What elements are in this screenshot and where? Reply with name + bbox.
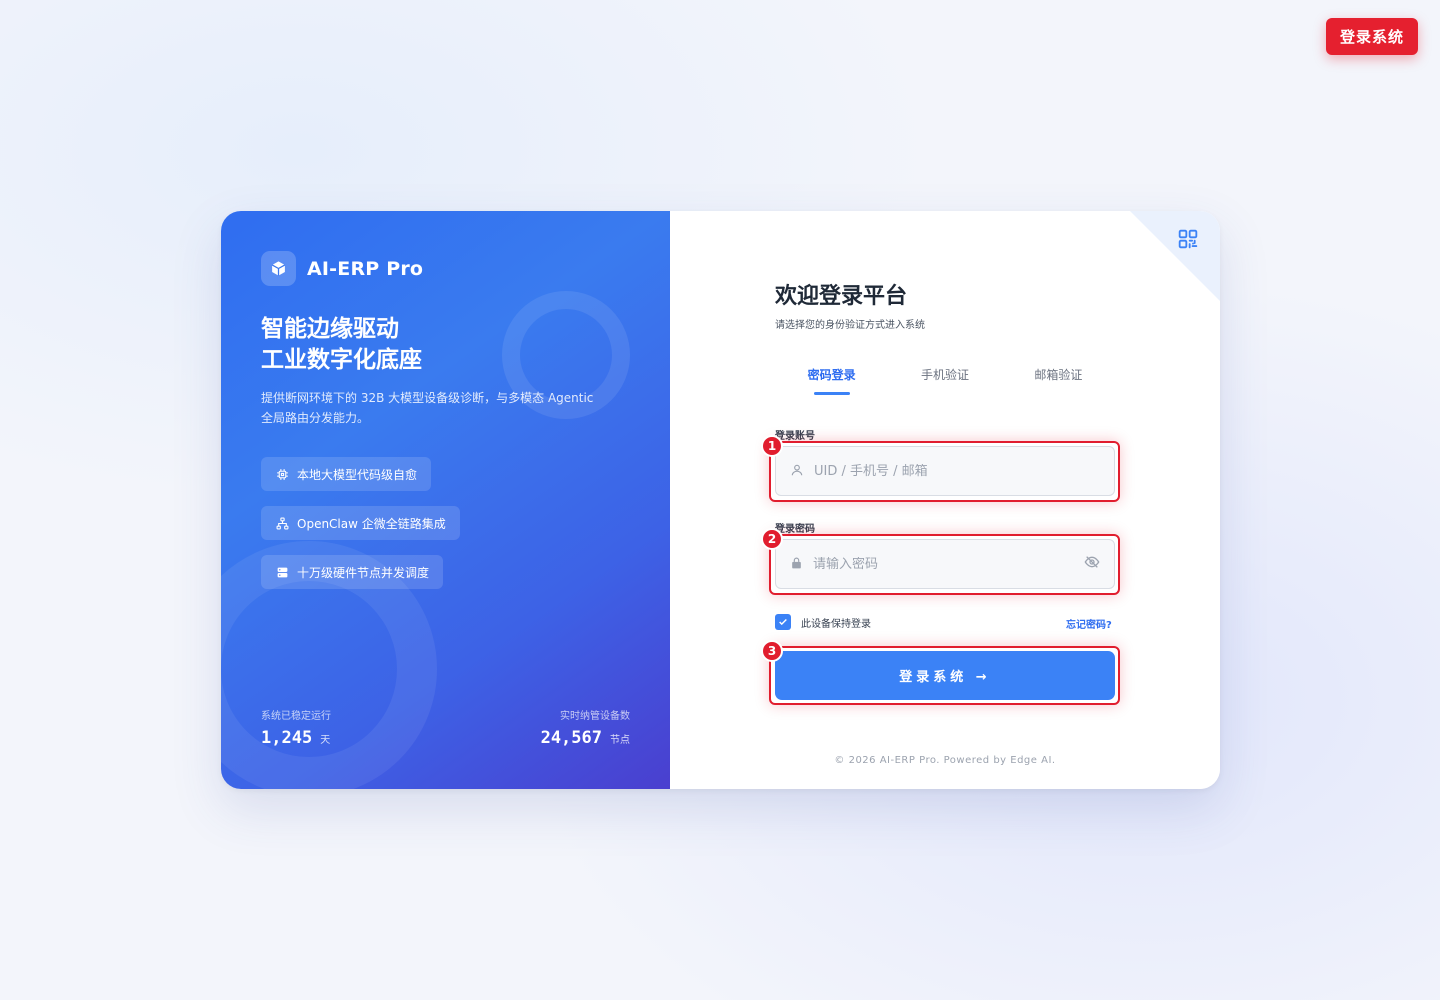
stat-value: 24,567 — [540, 728, 602, 748]
feature-chip: OpenClaw 企微全链路集成 — [261, 506, 460, 540]
hero-panel: AI-ERP Pro 智能边缘驱动 工业数字化底座 提供断网环境下的 32B 大… — [221, 211, 670, 789]
user-icon — [790, 462, 804, 481]
feature-list: 本地大模型代码级自愈 OpenClaw 企微全链路集成 十万级硬件节点并发调度 — [261, 457, 460, 604]
qr-code-icon[interactable] — [1178, 229, 1198, 249]
tab-email-verify[interactable]: 邮箱验证 — [1034, 366, 1082, 395]
stat-value: 1,245 — [261, 728, 313, 748]
feature-label: 十万级硬件节点并发调度 — [297, 565, 430, 580]
password-field — [775, 539, 1115, 589]
copyright-footer: © 2026 AI-ERP Pro. Powered by Edge AI. — [834, 755, 1056, 766]
remember-checkbox[interactable] — [775, 614, 791, 630]
auth-tabs: 密码登录 手机验证 邮箱验证 — [775, 366, 1115, 395]
login-button[interactable]: 登录系统 → — [775, 651, 1115, 700]
stat-label: 实时纳管设备数 — [560, 711, 630, 722]
headline-line: 智能边缘驱动 — [261, 316, 399, 342]
step-marker: 1 — [761, 435, 783, 457]
cube-logo-icon — [261, 251, 296, 286]
login-panel: 欢迎登录平台 请选择您的身份验证方式进入系统 密码登录 手机验证 邮箱验证 登录… — [670, 211, 1220, 789]
account-input[interactable] — [814, 463, 1100, 479]
login-card: AI-ERP Pro 智能边缘驱动 工业数字化底座 提供断网环境下的 32B 大… — [221, 211, 1220, 789]
stat-unit: 天 — [320, 735, 331, 746]
stat-label: 系统已稳定运行 — [261, 711, 331, 722]
forgot-password-link[interactable]: 忘记密码? — [1066, 616, 1112, 631]
network-icon — [275, 516, 289, 530]
brand: AI-ERP Pro — [261, 251, 423, 286]
remember-device: 此设备保持登录 — [775, 614, 871, 630]
login-subtitle: 请选择您的身份验证方式进入系统 — [775, 320, 925, 331]
top-login-badge[interactable]: 登录系统 — [1326, 18, 1418, 55]
headline-line: 工业数字化底座 — [261, 347, 422, 373]
login-title: 欢迎登录平台 — [775, 284, 908, 309]
lock-icon — [790, 555, 803, 574]
description-line: 提供断网环境下的 32B 大模型设备级诊断，与多模态 Agentic — [261, 391, 594, 405]
devices-stat: 实时纳管设备数 24,567 节点 — [541, 707, 630, 748]
step-marker: 3 — [761, 640, 783, 662]
stat-unit: 节点 — [610, 735, 630, 746]
feature-label: OpenClaw 企微全链路集成 — [297, 516, 446, 531]
hero-description: 提供断网环境下的 32B 大模型设备级诊断，与多模态 Agentic 全局路由分… — [261, 388, 611, 428]
feature-label: 本地大模型代码级自愈 — [297, 467, 418, 482]
remember-label: 此设备保持登录 — [801, 618, 871, 630]
feature-chip: 十万级硬件节点并发调度 — [261, 555, 444, 589]
step-marker: 2 — [761, 528, 783, 550]
eye-off-icon[interactable] — [1084, 554, 1100, 574]
description-line: 全局路由分发能力。 — [261, 411, 370, 425]
password-input[interactable] — [813, 556, 1084, 572]
tab-password-login[interactable]: 密码登录 — [808, 366, 856, 395]
brand-name: AI-ERP Pro — [307, 257, 424, 280]
uptime-stat: 系统已稳定运行 1,245 天 — [261, 707, 331, 748]
corner-fold — [1130, 211, 1220, 301]
server-icon — [275, 565, 289, 579]
feature-chip: 本地大模型代码级自愈 — [261, 457, 432, 491]
account-field — [775, 446, 1115, 496]
tab-phone-verify[interactable]: 手机验证 — [921, 366, 969, 395]
chip-icon — [275, 467, 289, 481]
hero-headline: 智能边缘驱动 工业数字化底座 — [261, 314, 422, 376]
